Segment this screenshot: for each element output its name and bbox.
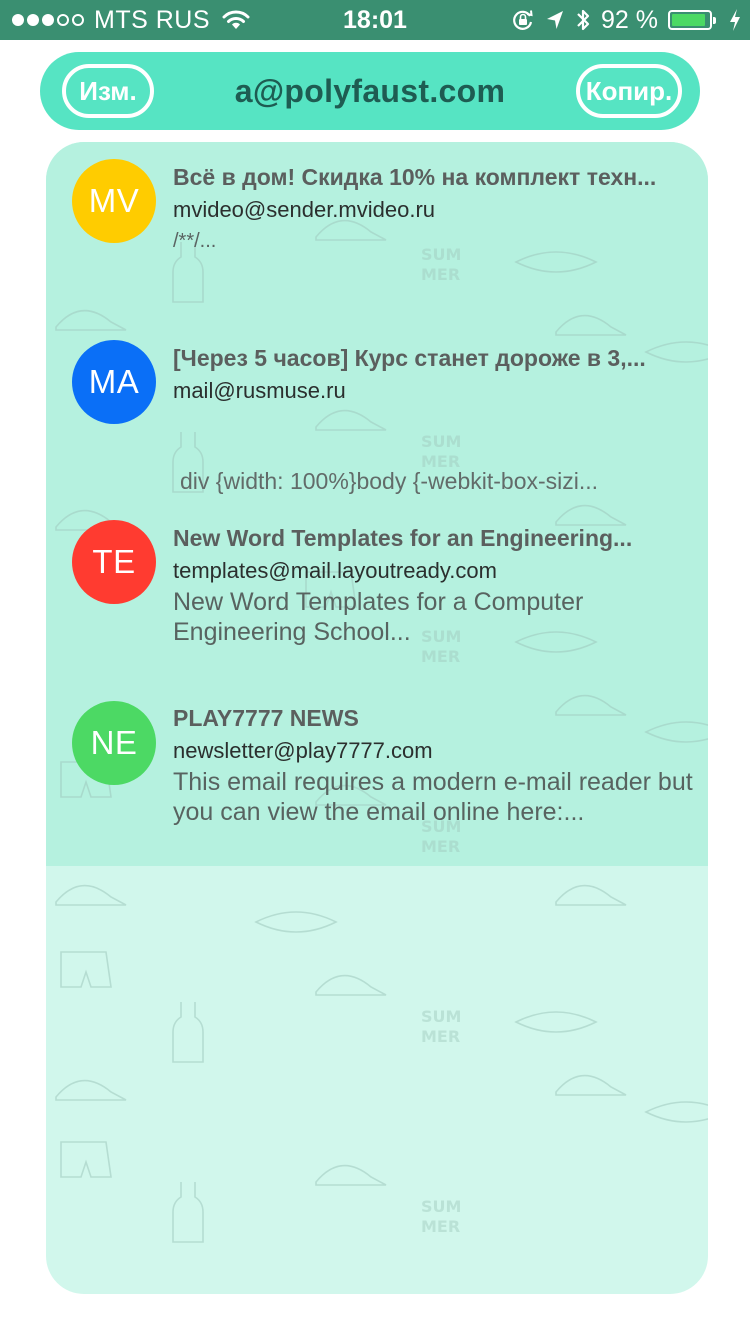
- mail-preview: /**/...: [173, 230, 217, 252]
- mail-sender: mvideo@sender.mvideo.ru: [173, 197, 436, 222]
- mail-sender: newsletter@play7777.com: [173, 738, 433, 763]
- svg-text:SUM: SUM: [421, 1007, 461, 1026]
- svg-text:MER: MER: [421, 1027, 460, 1046]
- mail-item[interactable]: NE PLAY7777 NEWS newsletter@play7777.com…: [46, 692, 708, 866]
- mail-preview: div {width: 100%}body {-webkit-box-sizi.…: [180, 468, 599, 494]
- svg-text:MER: MER: [421, 1217, 460, 1236]
- mail-subject: [Через 5 часов] Курс станет дороже в 3,.…: [173, 345, 646, 371]
- mail-item[interactable]: MA [Через 5 часов] Курс станет дороже в …: [46, 332, 708, 512]
- mail-subject: PLAY7777 NEWS: [173, 705, 359, 731]
- avatar-initials: MA: [88, 363, 140, 400]
- status-bar: MTS RUS 18:01 92 %: [0, 0, 750, 40]
- status-time: 18:01: [343, 5, 407, 34]
- account-email: a@polyfaust.com: [234, 72, 506, 109]
- edit-button[interactable]: Изм.: [62, 64, 154, 118]
- wifi-icon: [222, 9, 250, 31]
- mail-subject: New Word Templates for an Engineering...: [173, 525, 633, 551]
- inbox-list[interactable]: SUM MER SUM MER SUM MER SUM MER SUM MER SUM ME…: [46, 142, 708, 1294]
- sender-avatar: NE: [72, 701, 156, 785]
- orientation-lock-icon: [511, 8, 535, 32]
- battery-percent: 92 %: [601, 5, 658, 34]
- mail-item[interactable]: MV Всё в дом! Скидка 10% на комплект тех…: [46, 142, 708, 332]
- mail-preview: New Word Templates for a Computer Engine…: [173, 588, 584, 646]
- charging-bolt-icon: [728, 8, 742, 32]
- mail-sender: templates@mail.layoutready.com: [173, 558, 497, 583]
- mail-item[interactable]: TE New Word Templates for an Engineering…: [46, 512, 708, 692]
- battery-icon: [668, 10, 716, 30]
- avatar-initials: NE: [90, 724, 138, 761]
- account-header: Изм. a@polyfaust.com Копир.: [40, 52, 700, 130]
- avatar-initials: MV: [88, 182, 140, 219]
- carrier-name: MTS RUS: [94, 5, 210, 34]
- avatar-initials: TE: [92, 543, 136, 580]
- mail-sender: mail@rusmuse.ru: [173, 378, 346, 403]
- sender-avatar: MV: [72, 159, 156, 243]
- mail-subject: Всё в дом! Скидка 10% на комплект техн..…: [173, 164, 657, 190]
- sender-avatar: TE: [72, 520, 156, 604]
- signal-strength-icon: [12, 14, 84, 26]
- sender-avatar: MA: [72, 340, 156, 424]
- copy-button[interactable]: Копир.: [576, 64, 682, 118]
- bluetooth-icon: [575, 7, 591, 33]
- location-arrow-icon: [545, 9, 565, 31]
- battery-level-fill: [672, 14, 706, 26]
- svg-text:SUM: SUM: [421, 1197, 461, 1216]
- mail-preview: This email requires a modern e-mail read…: [173, 768, 693, 826]
